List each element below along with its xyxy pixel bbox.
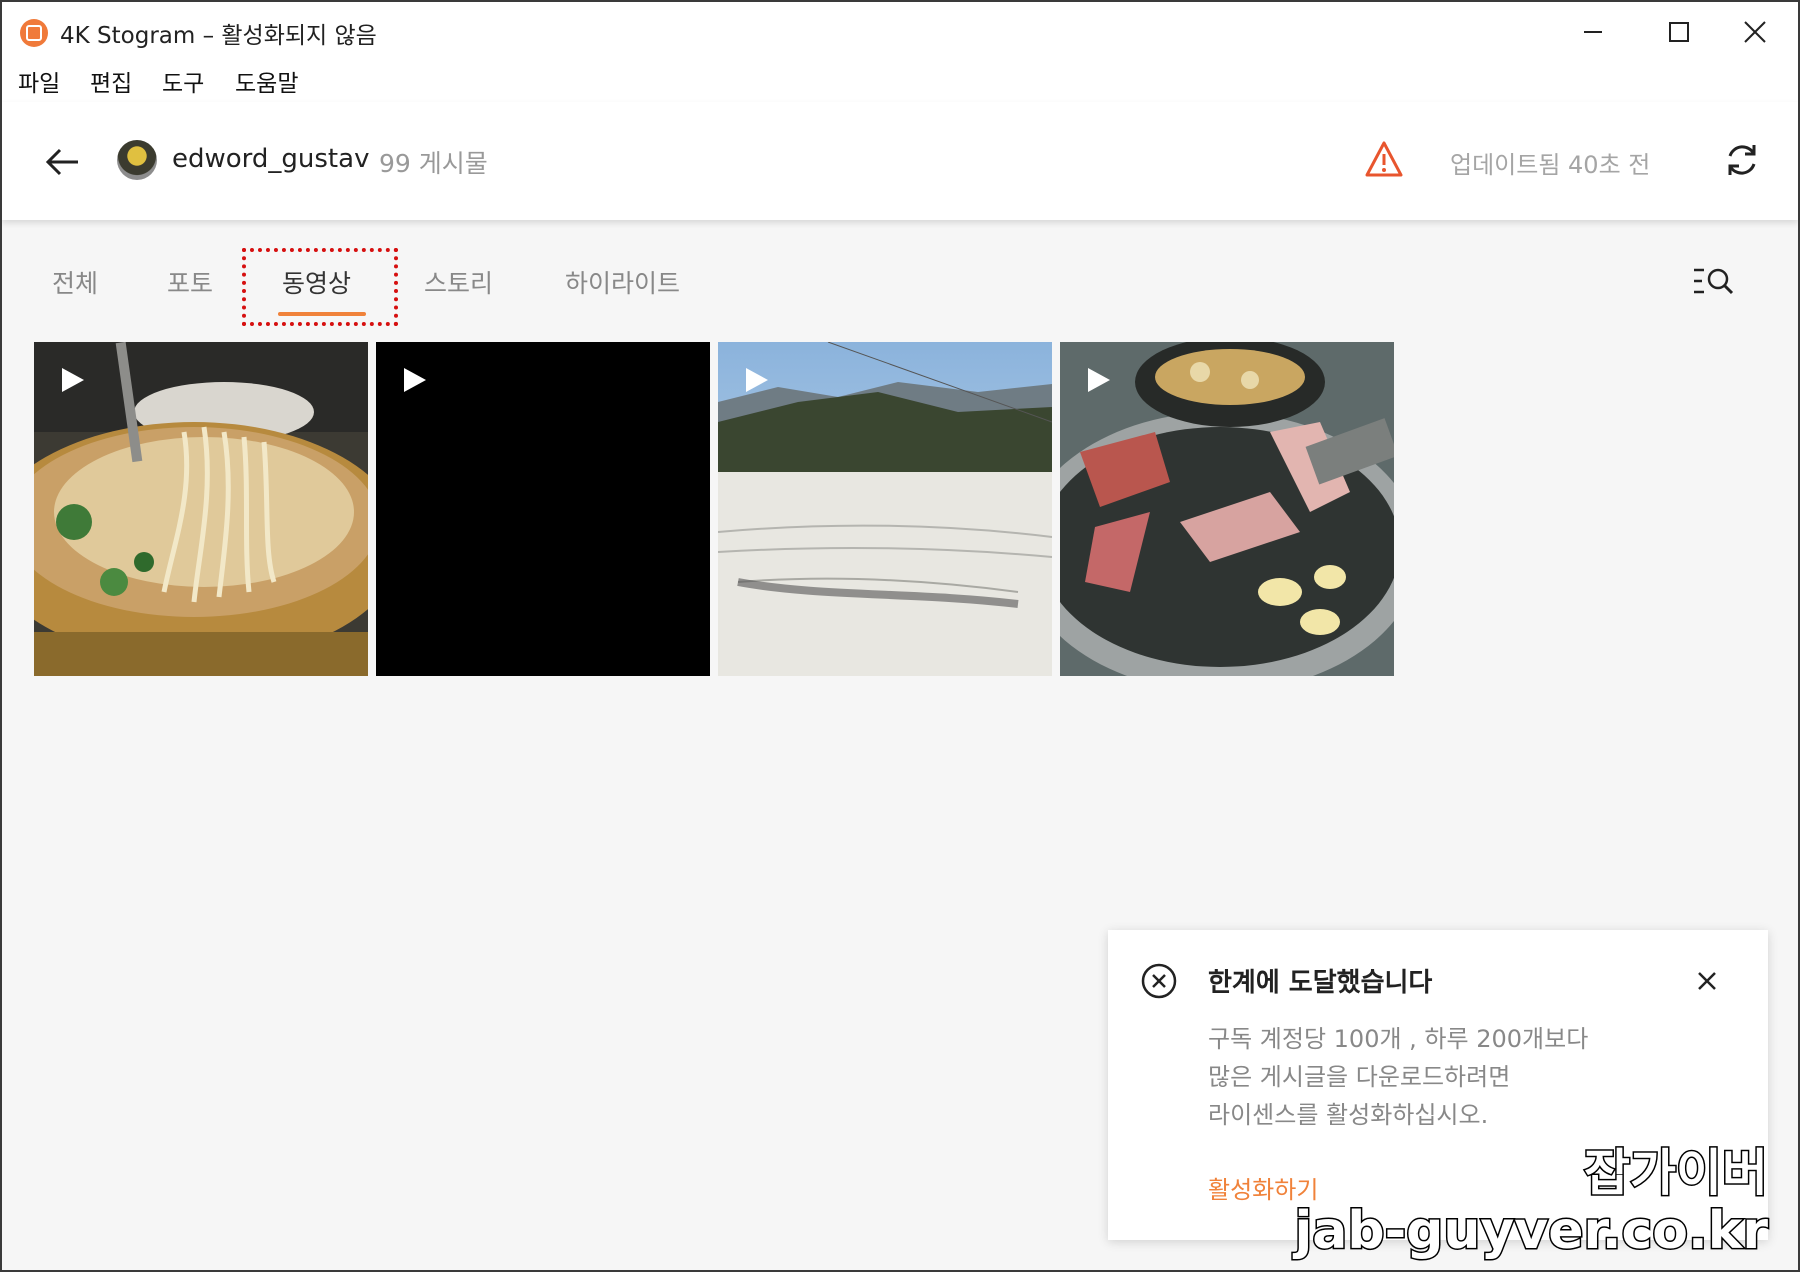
menu-tools[interactable]: 도구 [162,64,204,98]
watermark-line: 잡가이버 [1583,1143,1770,1204]
search-filter-icon[interactable] [1692,264,1738,298]
watermark: 잡가이버 jab-guyver.co.kr [1293,1143,1770,1262]
watermark-line: jab-guyver.co.kr [1293,1201,1770,1262]
toast-message: 구독 계정당 100개 , 하루 200개보다 많은 게시글을 다운로드하려면 … [1208,1020,1668,1134]
video-thumbnail[interactable] [376,342,710,676]
menu-help[interactable]: 도움말 [235,64,298,98]
post-count: 99 게시물 [379,149,488,178]
refresh-icon[interactable] [1722,140,1762,180]
menu-file[interactable]: 파일 [18,64,60,98]
maximize-button[interactable] [1636,2,1722,62]
minimize-icon [1584,31,1602,33]
close-icon[interactable] [1696,970,1718,992]
minimize-button[interactable] [1550,2,1636,62]
annotation-highlight-box [242,248,398,326]
tab-photos[interactable]: 포토 [167,264,213,300]
error-circle-icon [1141,963,1177,999]
tab-all[interactable]: 전체 [52,264,98,300]
app-logo-icon [20,19,48,47]
profile-header: edword_gustav 99 게시물 업데이트됨 40초 전 [2,102,1798,220]
toast-message-line: 라이센스를 활성화하십시오. [1208,1101,1489,1129]
play-icon [746,368,768,392]
play-icon [404,368,426,392]
window-title: 4K Stogram – 활성화되지 않음 [60,23,377,49]
username[interactable]: edword_gustav [172,144,369,174]
toast-title: 한계에 도달했습니다 [1208,968,1433,998]
toast-message-line: 구독 계정당 100개 , 하루 200개보다 [1208,1025,1589,1053]
close-icon [1744,21,1766,43]
update-status: 업데이트됨 40초 전 [1450,151,1651,179]
video-thumbnail[interactable] [1060,342,1394,676]
tab-highlights[interactable]: 하이라이트 [565,264,680,300]
app-window: 4K Stogram – 활성화되지 않음 파일 편집 도구 도움말 edwor… [0,0,1800,1272]
video-thumbnail[interactable] [718,342,1052,676]
menu-bar: 파일 편집 도구 도움말 [2,62,1798,102]
close-window-button[interactable] [1712,2,1798,62]
play-icon [1088,368,1110,392]
tab-stories[interactable]: 스토리 [424,264,493,300]
maximize-icon [1669,22,1689,42]
video-thumbnail[interactable] [34,342,368,676]
avatar[interactable] [117,140,157,180]
warning-icon[interactable] [1364,140,1404,178]
back-arrow-icon[interactable] [42,142,82,182]
menu-edit[interactable]: 편집 [90,64,132,98]
toast-message-line: 많은 게시글을 다운로드하려면 [1208,1063,1511,1091]
title-bar: 4K Stogram – 활성화되지 않음 [2,2,1798,62]
play-icon [62,368,84,392]
